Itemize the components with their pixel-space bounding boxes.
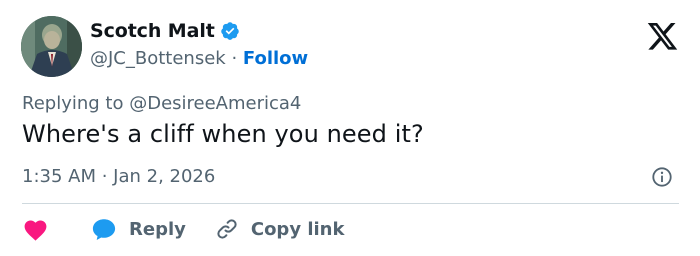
handle-separator: · [225,48,243,69]
author-handle[interactable]: @JC_Bottensek [90,48,226,69]
verified-badge-icon [220,22,239,40]
avatar[interactable] [21,16,82,77]
follow-button[interactable]: Follow [243,48,308,69]
copy-link-label: Copy link [250,218,345,240]
replying-to-handle[interactable]: @DesireeAmerica4 [129,93,301,114]
heart-icon[interactable] [22,217,49,241]
x-logo-icon[interactable] [647,23,678,50]
replying-to-line: Replying to @DesireeAmerica4 [22,93,301,114]
info-icon[interactable] [651,166,673,188]
tweet-timestamp[interactable]: 1:35 AM · Jan 2, 2026 [22,166,215,187]
profile-avatar-image [21,16,82,77]
link-icon [217,219,237,239]
tweet-text: Where's a cliff when you need it? [22,120,424,148]
divider [22,203,679,204]
author-handle-row: @JC_Bottensek · Follow [90,48,308,69]
author-name[interactable]: Scotch Malt [90,20,215,42]
author-name-row: Scotch Malt [90,20,240,42]
reply-button[interactable]: Reply [91,217,186,241]
action-bar: Reply Copy link [22,215,344,243]
reply-label: Reply [129,218,186,240]
copy-link-button[interactable]: Copy link [215,217,345,241]
replying-prefix: Replying to [22,93,130,114]
speech-bubble-icon [92,219,116,240]
